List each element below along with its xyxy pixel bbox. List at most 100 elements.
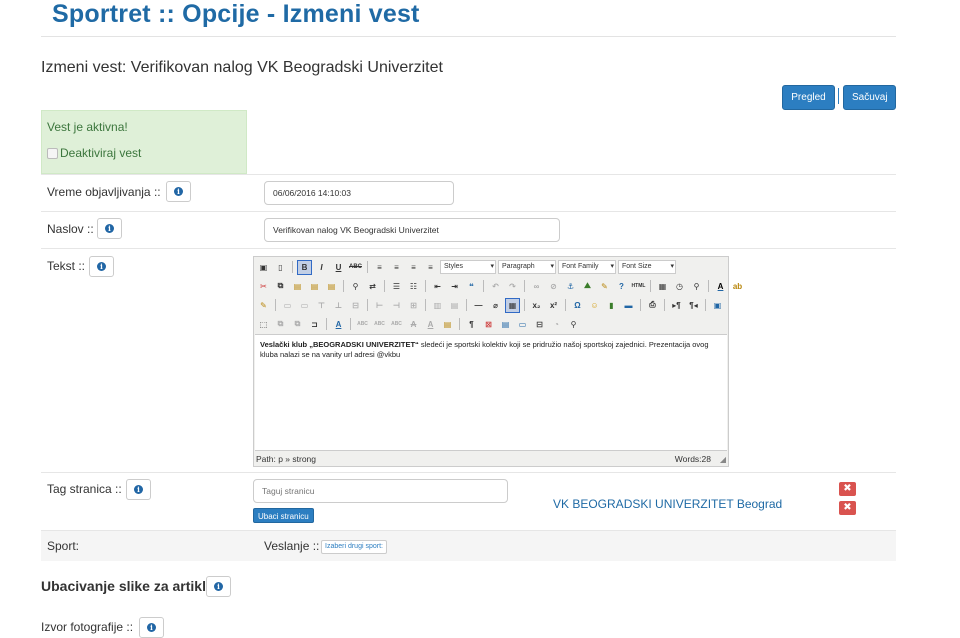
insert-page-button[interactable]: Ubaci stranicu (253, 508, 314, 523)
horizontal-rule-icon[interactable]: — (471, 298, 486, 313)
title-info-button[interactable]: i (97, 218, 122, 239)
remove-tag-button[interactable]: ✖ (839, 482, 856, 496)
pagebreak-icon[interactable]: ▭ (515, 317, 530, 332)
subscript-icon[interactable]: x₂ (529, 298, 544, 313)
template-icon[interactable]: ▤ (498, 317, 513, 332)
cite-icon[interactable]: ABC (355, 317, 370, 332)
preview-button[interactable]: Pregled (782, 85, 835, 110)
deactivate-checkbox[interactable] (47, 147, 58, 159)
unlink-icon[interactable]: ⊘ (546, 279, 561, 294)
print-icon[interactable]: ⎙ (645, 298, 660, 313)
photo-source-info-button[interactable]: i (139, 617, 164, 638)
insert-date-icon[interactable]: ▦ (655, 279, 670, 294)
insert-layer-icon[interactable]: ⬚ (256, 317, 271, 332)
font-family-select[interactable]: Font Family (558, 260, 616, 274)
insert-row-before-icon[interactable]: ⊤ (314, 298, 329, 313)
italic-icon[interactable]: I (314, 260, 329, 275)
abbr-icon[interactable]: ABC (372, 317, 387, 332)
text-info-button[interactable]: i (89, 256, 114, 277)
merge-cells-icon[interactable]: ▤ (447, 298, 462, 313)
remove-tag-button[interactable]: ✖ (839, 501, 856, 515)
spellcheck-icon[interactable]: ⚲ (566, 317, 581, 332)
advanced-hr-icon[interactable]: ▬ (621, 298, 636, 313)
superscript-icon[interactable]: x² (546, 298, 561, 313)
tag-page-info-button[interactable]: i (126, 479, 151, 500)
acronym-icon[interactable]: ABC (389, 317, 404, 332)
font-size-select[interactable]: Font Size (618, 260, 676, 274)
deletion-icon[interactable]: A (406, 317, 421, 332)
row-props-icon[interactable]: ▭ (280, 298, 295, 313)
find-icon[interactable]: ⚲ (348, 279, 363, 294)
underline-icon[interactable]: U (331, 260, 346, 275)
insert-row-after-icon[interactable]: ⊥ (331, 298, 346, 313)
resize-handle-icon[interactable]: ◢ (720, 455, 726, 464)
highlight-color-icon[interactable]: ab (730, 279, 745, 294)
split-cells-icon[interactable]: ▥ (430, 298, 445, 313)
delete-col-icon[interactable]: ⊞ (406, 298, 421, 313)
text-color-icon[interactable]: A (713, 279, 728, 294)
bold-icon[interactable]: B (297, 259, 312, 275)
image-icon[interactable]: ⛰ (580, 279, 595, 294)
insert-col-before-icon[interactable]: ⊢ (372, 298, 387, 313)
styles-select[interactable]: Styles (440, 260, 496, 274)
align-right-icon[interactable]: ≡ (406, 260, 421, 275)
edit-table-icon[interactable]: ✎ (256, 298, 271, 313)
undo-icon[interactable]: ↶ (488, 279, 503, 294)
format-select[interactable]: Paragraph (498, 260, 556, 274)
align-justify-icon[interactable]: ≡ (423, 260, 438, 275)
visual-aid-icon[interactable]: ▦ (505, 297, 520, 313)
style-props-icon[interactable]: A (331, 317, 346, 332)
delete-row-icon[interactable]: ⊟ (348, 298, 363, 313)
help-icon[interactable]: ? (614, 279, 629, 294)
remove-format-icon[interactable]: ⌀ (488, 298, 503, 313)
html-source-icon[interactable]: HTML (631, 279, 646, 294)
attributes-icon[interactable]: ▤ (440, 317, 455, 332)
publish-time-info-button[interactable]: i (166, 181, 191, 202)
bullet-list-icon[interactable]: ☰ (389, 279, 404, 294)
emoticons-icon[interactable]: ☺ (587, 298, 602, 313)
rtl-icon[interactable]: ¶◂ (686, 298, 701, 313)
media-icon[interactable]: ▮ (604, 298, 619, 313)
copy-icon[interactable]: ⧉ (273, 279, 288, 294)
title-input[interactable]: Verifikovan nalog VK Beogradski Univerzi… (264, 218, 560, 242)
absolute-position-icon[interactable]: ⊐ (307, 317, 322, 332)
deactivate-toggle[interactable]: Deaktiviraj vest (47, 146, 141, 160)
save-button[interactable]: Sačuvaj (843, 85, 896, 110)
align-left-icon[interactable]: ≡ (372, 260, 387, 275)
new-document-icon[interactable]: ▯ (273, 260, 288, 275)
restore-draft-icon[interactable]: ◔ (549, 317, 564, 332)
tagged-page-link[interactable]: VK BEOGRADSKI UNIVERZITET Beograd (553, 497, 782, 511)
replace-icon[interactable]: ⇄ (365, 279, 380, 294)
insertion-icon[interactable]: A (423, 317, 438, 332)
link-icon[interactable]: ∞ (529, 279, 544, 294)
paste-text-icon[interactable]: ▤ (307, 279, 322, 294)
save-icon[interactable]: ▣ (256, 260, 271, 275)
paste-word-icon[interactable]: ▤ (324, 279, 339, 294)
insert-time-icon[interactable]: ◷ (672, 279, 687, 294)
paste-icon[interactable]: ▤ (290, 279, 305, 294)
cleanup-icon[interactable]: ✎ (597, 279, 612, 294)
anchor-icon[interactable]: ⚓ (563, 279, 578, 294)
cut-icon[interactable]: ✂ (256, 279, 271, 294)
cell-props-icon[interactable]: ▭ (297, 298, 312, 313)
show-blocks-icon[interactable]: ¶ (464, 317, 479, 332)
blockquote-icon[interactable]: ❝ (464, 279, 479, 294)
numbered-list-icon[interactable]: ☷ (406, 279, 421, 294)
redo-icon[interactable]: ↷ (505, 279, 520, 294)
change-sport-button[interactable]: Izaberi drugi sport: (321, 540, 387, 554)
strikethrough-icon[interactable]: ABC (348, 260, 363, 275)
preview-icon[interactable]: ⚲ (689, 279, 704, 294)
insert-col-after-icon[interactable]: ⊣ (389, 298, 404, 313)
align-center-icon[interactable]: ≡ (389, 260, 404, 275)
fullscreen-icon[interactable]: ▣ (710, 298, 725, 313)
publish-time-input[interactable]: 06/06/2016 14:10:03 (264, 181, 454, 205)
indent-icon[interactable]: ⇥ (447, 279, 462, 294)
nonbreaking-icon[interactable]: ⊠ (481, 317, 496, 332)
outdent-icon[interactable]: ⇤ (430, 279, 445, 294)
visual-chars-icon[interactable]: ⊟ (532, 317, 547, 332)
move-forward-icon[interactable]: ⧉ (273, 317, 288, 332)
ltr-icon[interactable]: ▸¶ (669, 298, 684, 313)
move-backward-icon[interactable]: ⧉ (290, 317, 305, 332)
tag-page-input[interactable] (253, 479, 508, 503)
editor-content-area[interactable]: Veslački klub „BEOGRADSKI UNIVERZITET“ s… (255, 334, 727, 451)
